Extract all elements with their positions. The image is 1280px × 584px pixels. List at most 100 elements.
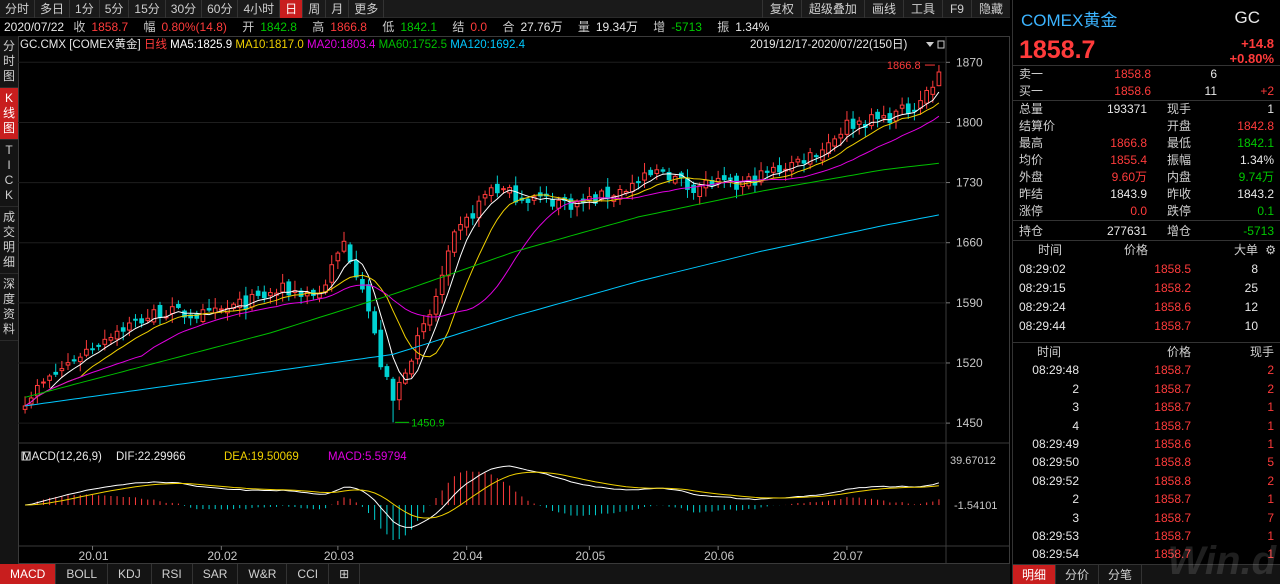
y-tick-label: 1590 <box>956 296 983 310</box>
legend-ma20: MA20:1803.4 <box>307 39 379 51</box>
period-tab[interactable]: 更多 <box>349 0 385 18</box>
period-tab[interactable]: 15分 <box>129 0 166 18</box>
big-trade-row: 08:29:15 1858.2 25 <box>1013 279 1280 298</box>
indicator-tab[interactable]: W&R <box>238 564 288 584</box>
stat-row: 均价 1855.4 振幅 1.34% <box>1013 152 1280 169</box>
period-tab[interactable]: 60分 <box>202 0 239 18</box>
side-tab[interactable]: TICK <box>0 140 18 207</box>
orderbook-row[interactable]: 卖一 1858.8 6 <box>1013 66 1280 83</box>
period-tab[interactable]: 30分 <box>166 0 203 18</box>
candle-body <box>875 111 880 120</box>
panel-tab[interactable]: 分价 <box>1056 565 1100 584</box>
candle-body <box>556 199 562 209</box>
indicator-tab[interactable]: KDJ <box>108 564 152 584</box>
stat-value: 0.0 <box>1130 204 1147 218</box>
period-tab[interactable]: 5分 <box>100 0 130 18</box>
candle-body <box>249 293 255 308</box>
period-tab[interactable]: 周 <box>303 0 327 18</box>
stat-value: 1855.4 <box>1110 153 1147 167</box>
macd-label: MACD(12,26,9) <box>22 451 102 463</box>
tick-row: 08:29:50 1858.8 5 <box>1013 453 1280 471</box>
period-tab[interactable]: 多日 <box>35 0 71 18</box>
stat-label: 开盘 <box>1167 119 1192 133</box>
candle-body <box>801 160 807 164</box>
add-indicator-button[interactable]: ⊞ <box>329 564 361 584</box>
trade-price: 1858.5 <box>1154 262 1191 276</box>
candle-body <box>341 240 347 252</box>
period-tab[interactable]: 月 <box>326 0 350 18</box>
orderbook-row[interactable]: 买一 1858.6 11 +2 <box>1013 83 1280 100</box>
period-tab[interactable]: 1分 <box>70 0 100 18</box>
candle-body <box>200 309 206 323</box>
period-tab[interactable]: 日 <box>280 0 304 18</box>
candle-body <box>71 359 77 362</box>
kline-chart[interactable]: 1450 1520 1590 1660 1730 1800 1870 20.01 20.02 20… <box>18 36 1010 564</box>
side-tab[interactable]: K线图 <box>0 88 18 140</box>
trade-time: 08:29:15 <box>1019 281 1066 295</box>
candle-body <box>728 177 733 180</box>
macd-dif-label: DIF:22.29966 <box>116 451 186 463</box>
indicator-tab[interactable]: CCI <box>287 564 330 584</box>
last-price: 1858.7 <box>1019 36 1096 64</box>
candle-body <box>53 371 59 375</box>
tick-price: 1858.8 <box>1154 455 1191 470</box>
indicator-tab[interactable]: BOLL <box>56 564 109 584</box>
tool-button[interactable]: 画线 <box>863 0 903 18</box>
candle-body <box>838 133 844 139</box>
stat-value: 193371 <box>1106 102 1147 116</box>
period-tab[interactable]: 分时 <box>0 0 36 18</box>
side-tab[interactable]: 分时图 <box>0 36 18 88</box>
dea-line <box>25 471 939 519</box>
tool-button[interactable]: 复权 <box>761 0 801 18</box>
candle-body <box>617 188 623 200</box>
y-tick-label: 1660 <box>956 236 983 250</box>
candle-body <box>820 149 825 161</box>
candle-body <box>329 264 335 283</box>
tool-button[interactable]: 隐藏 <box>970 0 1010 18</box>
candle-body <box>169 306 175 315</box>
x-tick-label: 20.01 <box>79 549 109 563</box>
stat-label: 总量 <box>1019 102 1044 116</box>
panel-tab[interactable]: 分笔 <box>1099 565 1143 584</box>
ma60-line <box>24 162 939 398</box>
candle-body <box>384 366 390 377</box>
settings-gear-icon[interactable]: ⚙ <box>1265 241 1276 260</box>
info-open: 1842.8 <box>260 20 297 34</box>
candle-body <box>47 375 52 381</box>
candle-body <box>102 338 108 345</box>
tool-button[interactable]: 工具 <box>902 0 942 18</box>
tick-row: 08:29:49 1858.6 1 <box>1013 435 1280 453</box>
candle-body <box>494 183 500 194</box>
info-amplitude: 1.34% <box>735 20 770 34</box>
chart-tools: 复权 超级叠加 画线 工具 F9 隐藏 <box>761 0 1010 18</box>
tick-time: 4 <box>1072 418 1079 433</box>
y-tick-label: 1520 <box>956 356 983 370</box>
stat-value: 1842.8 <box>1237 119 1274 133</box>
panel-tab[interactable]: 明细 <box>1013 565 1057 584</box>
tool-button[interactable]: F9 <box>941 0 971 18</box>
period-tab[interactable]: 4小时 <box>238 0 281 18</box>
tick-time: 2 <box>1072 381 1079 396</box>
info-close: 1858.7 <box>91 20 129 34</box>
info-oi-change: -5713 <box>671 20 702 34</box>
top-toolbar: 分时 多日 1分 5分 15分 30分 60分 4小时日周月更多 复权 超级叠加 画线 工具 F9 隐藏 <box>0 0 1010 18</box>
indicator-tab[interactable]: RSI <box>152 564 193 584</box>
tick-row: 08:29:52 1858.8 2 <box>1013 472 1280 490</box>
tick-row: 3 1858.7 7 <box>1013 509 1280 527</box>
candle-body <box>255 290 261 296</box>
side-tab[interactable]: 成交明细 <box>0 207 18 274</box>
tool-button[interactable]: 超级叠加 <box>800 0 864 18</box>
candle-body <box>703 179 709 189</box>
stat-value: 9.60万 <box>1111 170 1147 184</box>
y-tick-label: 1800 <box>956 115 983 129</box>
tick-price: 1858.7 <box>1154 528 1191 543</box>
candle-body <box>764 170 770 173</box>
side-tab[interactable]: 深度资料 <box>0 274 18 341</box>
candle-body <box>501 188 506 191</box>
indicator-tab[interactable]: MACD <box>0 564 57 584</box>
indicator-tab[interactable]: SAR <box>193 564 239 584</box>
candle-body <box>777 165 782 173</box>
tick-price: 1858.7 <box>1154 547 1191 562</box>
candle-body <box>936 71 942 87</box>
period-tabs: 分时 多日 1分 5分 15分 30分 60分 4小时日周月更多 <box>0 0 385 18</box>
